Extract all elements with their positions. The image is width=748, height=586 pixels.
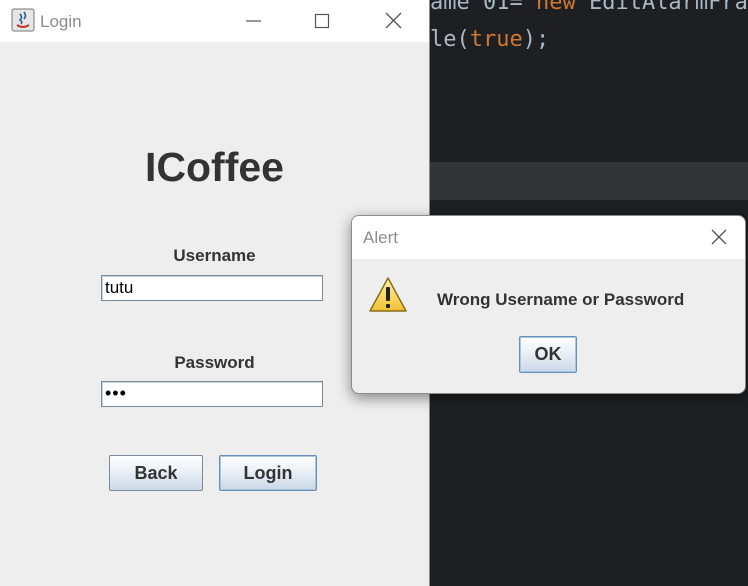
- warning-icon: [369, 277, 407, 312]
- ok-button[interactable]: OK: [519, 336, 577, 373]
- minimize-icon[interactable]: [230, 6, 276, 36]
- back-button[interactable]: Back: [109, 455, 203, 491]
- alert-title: Alert: [363, 228, 398, 247]
- code-line-2: le(true);: [430, 27, 549, 52]
- app-title: ICoffee: [145, 144, 284, 190]
- code-text: EditAlarmFra: [575, 0, 748, 15]
- login-button[interactable]: Login: [219, 455, 317, 491]
- code-text: );: [522, 27, 550, 52]
- password-field[interactable]: •••: [101, 381, 323, 407]
- window-title: Login: [40, 12, 82, 31]
- login-titlebar[interactable]: Login: [0, 0, 429, 42]
- close-icon[interactable]: [704, 224, 734, 250]
- alert-dialog: Alert Wrong Username or Password OK: [351, 215, 746, 394]
- maximize-icon[interactable]: [299, 6, 345, 36]
- code-text: ame 01=: [430, 0, 536, 15]
- close-icon[interactable]: [370, 6, 416, 36]
- alert-titlebar[interactable]: Alert: [352, 216, 745, 259]
- code-text: le(: [430, 27, 470, 52]
- alert-message: Wrong Username or Password: [437, 290, 685, 309]
- code-line-1: ame 01= new EditAlarmFra: [430, 0, 748, 15]
- username-field[interactable]: tutu: [101, 275, 323, 301]
- ide-current-line-highlight: [430, 162, 748, 200]
- code-keyword: true: [469, 27, 523, 52]
- code-keyword: new: [535, 0, 576, 15]
- java-app-icon: [11, 8, 35, 32]
